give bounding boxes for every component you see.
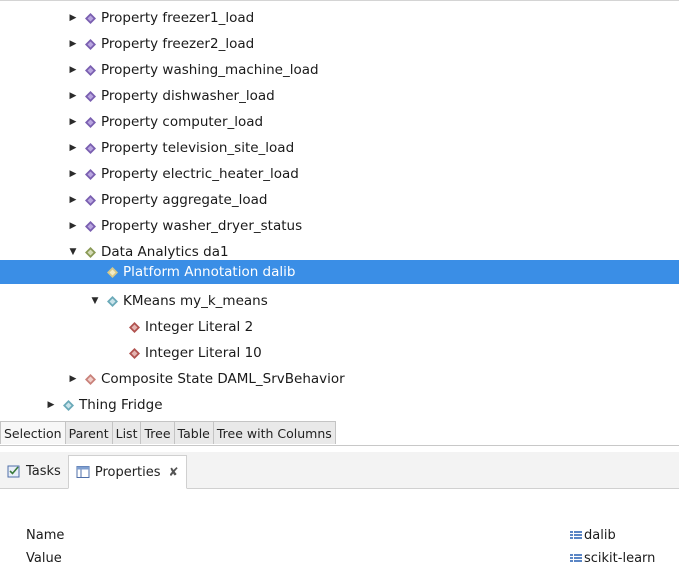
tree-item-freezer2-load[interactable]: ▶ Property freezer2_load [0, 31, 679, 57]
expanded-arrow-icon[interactable]: ▼ [68, 247, 78, 257]
property-value[interactable]: scikit-learn [570, 551, 655, 566]
tab-tree[interactable]: Tree [140, 421, 175, 444]
tree-item-label: Property dishwasher_load [101, 88, 275, 104]
collapsed-arrow-icon[interactable]: ▶ [68, 91, 78, 101]
tree-item-washing-machine-load[interactable]: ▶ Property washing_machine_load [0, 57, 679, 83]
tree-item-label: Property computer_load [101, 114, 264, 130]
property-icon [84, 116, 96, 128]
tree-item-label: Property washer_dryer_status [101, 218, 303, 234]
tree-item-dishwasher-load[interactable]: ▶ Property dishwasher_load [0, 83, 679, 109]
view-tab-bar: Tasks Properties ✘ [0, 452, 679, 489]
tree-item-label: Thing Fridge [79, 397, 163, 413]
property-name: Value [26, 550, 62, 566]
tree-item-platform-annotation-dalib[interactable]: Platform Annotation dalib [0, 260, 679, 284]
tab-parent[interactable]: Parent [64, 421, 113, 444]
collapsed-arrow-icon[interactable]: ▶ [46, 400, 56, 410]
property-icon [84, 90, 96, 102]
properties-icon [76, 465, 90, 479]
tree-item-label: Platform Annotation dalib [123, 264, 296, 280]
collapsed-arrow-icon[interactable]: ▶ [68, 221, 78, 231]
tree-item-electric-heater-load[interactable]: ▶ Property electric_heater_load [0, 161, 679, 187]
tab-properties-label: Properties [94, 464, 161, 480]
tree-item-integer-literal-10[interactable]: Integer Literal 10 [0, 340, 679, 366]
property-value[interactable]: dalib [570, 528, 616, 543]
tab-properties[interactable]: Properties ✘ [67, 455, 187, 489]
collapsed-arrow-icon[interactable]: ▶ [68, 143, 78, 153]
tab-tree-with-columns[interactable]: Tree with Columns [212, 421, 336, 444]
close-icon[interactable]: ✘ [169, 465, 179, 479]
tree-item-label: Composite State DAML_SrvBehavior [101, 371, 345, 387]
tab-table[interactable]: Table [173, 421, 214, 444]
tree-item-label: KMeans my_k_means [123, 293, 268, 309]
property-icon [84, 168, 96, 180]
tab-list[interactable]: List [111, 421, 142, 444]
property-icon [84, 12, 96, 24]
collapsed-arrow-icon[interactable]: ▶ [68, 13, 78, 23]
tree-item-freezer1-load[interactable]: ▶ Property freezer1_load [0, 5, 679, 31]
tree-item-label: Integer Literal 2 [145, 319, 254, 335]
tree-item-label: Property aggregate_load [101, 192, 268, 208]
property-icon [84, 220, 96, 232]
thing-icon [62, 399, 74, 411]
tree-item-kmeans-my-k-means[interactable]: ▼ KMeans my_k_means [0, 288, 679, 314]
property-icon [84, 142, 96, 154]
collapsed-arrow-icon[interactable]: ▶ [68, 117, 78, 127]
property-value-text: dalib [584, 527, 616, 543]
annotation-icon [106, 266, 118, 278]
data-analytics-icon [84, 246, 96, 258]
collapsed-arrow-icon[interactable]: ▶ [68, 65, 78, 75]
property-name: Name [26, 527, 65, 543]
tab-selection[interactable]: Selection [0, 421, 66, 444]
collapsed-arrow-icon[interactable]: ▶ [68, 169, 78, 179]
tree-item-label: Property freezer1_load [101, 10, 255, 26]
tree-item-label: Property electric_heater_load [101, 166, 299, 182]
property-value-text: scikit-learn [584, 550, 656, 566]
collapsed-arrow-icon[interactable]: ▶ [68, 39, 78, 49]
kmeans-icon [106, 295, 118, 307]
tab-tasks[interactable]: Tasks [0, 454, 68, 488]
tree-item-label: Data Analytics da1 [101, 244, 229, 260]
literal-icon [128, 321, 140, 333]
collapsed-arrow-icon[interactable]: ▶ [68, 374, 78, 384]
editor-tab-bar: Selection Parent List Tree Table Tree wi… [0, 421, 679, 446]
model-tree: ▶ Property freezer1_load ▶ Property free… [0, 0, 679, 418]
property-icon [84, 64, 96, 76]
composite-state-icon [84, 373, 96, 385]
tree-item-integer-literal-2[interactable]: Integer Literal 2 [0, 314, 679, 340]
property-row-value[interactable]: Value scikit-learn [0, 547, 679, 569]
literal-icon [128, 347, 140, 359]
tree-item-composite-state[interactable]: ▶ Composite State DAML_SrvBehavior [0, 366, 679, 392]
text-value-icon [570, 553, 582, 563]
tree-item-label: Property freezer2_load [101, 36, 255, 52]
tree-item-television-site-load[interactable]: ▶ Property television_site_load [0, 135, 679, 161]
tab-tasks-label: Tasks [26, 463, 61, 479]
tree-item-label: Property television_site_load [101, 140, 295, 156]
properties-panel: Name dalib Value scikit-learn [0, 489, 679, 575]
property-row-name[interactable]: Name dalib [0, 524, 679, 546]
tree-item-thing-fridge[interactable]: ▶ Thing Fridge [0, 392, 679, 418]
tree-item-label: Property washing_machine_load [101, 62, 319, 78]
property-icon [84, 194, 96, 206]
tree-item-label: Integer Literal 10 [145, 345, 262, 361]
expanded-arrow-icon[interactable]: ▼ [90, 296, 100, 306]
tree-item-aggregate-load[interactable]: ▶ Property aggregate_load [0, 187, 679, 213]
tasks-icon [7, 464, 21, 478]
text-value-icon [570, 530, 582, 540]
tree-item-computer-load[interactable]: ▶ Property computer_load [0, 109, 679, 135]
tree-item-washer-dryer-status[interactable]: ▶ Property washer_dryer_status [0, 213, 679, 239]
collapsed-arrow-icon[interactable]: ▶ [68, 195, 78, 205]
property-icon [84, 38, 96, 50]
